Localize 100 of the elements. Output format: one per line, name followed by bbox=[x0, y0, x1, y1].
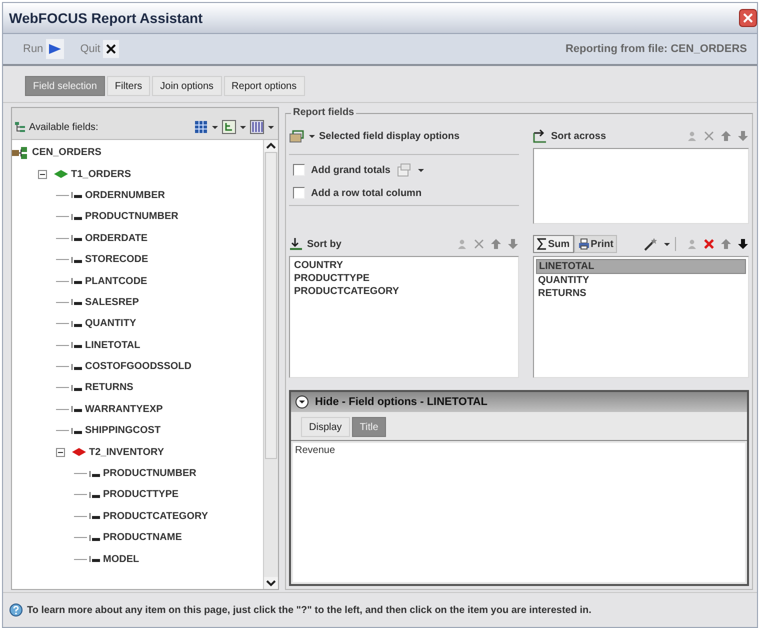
delete-icon bbox=[703, 130, 715, 142]
tree-view-icon[interactable] bbox=[222, 120, 236, 134]
tree-item[interactable]: RETURNS bbox=[85, 382, 134, 394]
delete-icon bbox=[703, 238, 715, 250]
list-item[interactable]: LINETOTAL bbox=[536, 259, 746, 274]
list-item[interactable]: COUNTRY bbox=[292, 259, 516, 272]
help-icon[interactable] bbox=[9, 603, 23, 617]
collapse-icon[interactable] bbox=[38, 170, 47, 179]
field-icon bbox=[71, 277, 83, 286]
close-icon bbox=[105, 43, 118, 55]
close-icon[interactable] bbox=[739, 9, 757, 27]
tree-item[interactable]: PLANTCODE bbox=[85, 276, 148, 287]
field-icon bbox=[71, 341, 83, 350]
checkbox[interactable] bbox=[293, 187, 305, 199]
scroll-down-icon[interactable] bbox=[264, 577, 278, 589]
tab[interactable]: Report options bbox=[224, 76, 305, 96]
field-icon bbox=[71, 320, 83, 328]
list-item[interactable]: PRODUCTCATEGORY bbox=[292, 285, 516, 298]
panel-title: Hide - Field options - LINETOTAL bbox=[315, 396, 488, 408]
caret-icon[interactable] bbox=[418, 168, 424, 172]
field-icon bbox=[71, 405, 83, 414]
tab[interactable]: Display bbox=[301, 417, 350, 437]
list-item[interactable]: RETURNS bbox=[536, 287, 746, 300]
tree-item[interactable]: CEN_ORDERS bbox=[32, 147, 102, 158]
field-icon bbox=[71, 362, 83, 371]
delete-icon bbox=[473, 238, 485, 250]
tab[interactable]: Join options bbox=[152, 76, 222, 96]
tree-item[interactable]: T2_INVENTORY bbox=[89, 446, 164, 458]
move-up-icon bbox=[720, 130, 732, 142]
caret-icon[interactable] bbox=[212, 125, 218, 129]
scroll-thumb[interactable] bbox=[265, 152, 277, 459]
checkbox-label[interactable]: Add a row total column bbox=[311, 188, 422, 198]
sort-by-list[interactable]: COUNTRY PRODUCTTYPE PRODUCTCATEGORY bbox=[289, 256, 519, 378]
sigma-icon bbox=[537, 238, 547, 250]
field-icon bbox=[71, 426, 83, 435]
field-icon bbox=[71, 256, 83, 264]
caret-icon[interactable] bbox=[664, 242, 670, 246]
caret-icon[interactable] bbox=[268, 125, 274, 129]
group-legend: Report fields bbox=[291, 107, 356, 118]
field-icon bbox=[89, 470, 101, 478]
tab[interactable]: Filters bbox=[106, 76, 150, 96]
checkbox[interactable] bbox=[293, 164, 305, 176]
field-icon bbox=[71, 191, 83, 200]
collapse-icon[interactable] bbox=[295, 395, 309, 409]
tree-item[interactable]: STORECODE bbox=[85, 254, 148, 266]
move-up-icon bbox=[720, 238, 732, 250]
columns-icon[interactable] bbox=[250, 120, 264, 134]
tree-item[interactable]: MODEL bbox=[103, 554, 140, 565]
field-icon bbox=[71, 384, 83, 392]
tree-item[interactable]: SALESREP bbox=[85, 296, 139, 308]
help-text: To learn more about any item on this page, just click the "?" to the left, and then click on the item you are interested in. bbox=[27, 604, 592, 616]
measure-list[interactable]: LINETOTAL QUANTITY RETURNS bbox=[533, 256, 749, 378]
window-title: WebFOCUS Report Assistant bbox=[9, 10, 203, 26]
tree-item[interactable]: QUANTITY bbox=[85, 318, 136, 330]
checkbox-label[interactable]: Add grand totals bbox=[311, 164, 390, 176]
properties-icon bbox=[456, 238, 468, 250]
list-item[interactable]: PRODUCTTYPE bbox=[292, 272, 516, 285]
tree-item[interactable]: LINETOTAL bbox=[85, 340, 140, 351]
tree-item[interactable]: COSTOFGOODSSOLD bbox=[85, 361, 192, 372]
field-icon bbox=[89, 490, 101, 499]
grid-icon[interactable] bbox=[194, 120, 208, 134]
tree-item[interactable]: ORDERDATE bbox=[85, 232, 148, 244]
sort-by-icon bbox=[289, 237, 303, 251]
field-icon bbox=[71, 212, 83, 221]
sort-across-label: Sort across bbox=[551, 130, 606, 142]
tree-item[interactable]: SHIPPINGCOST bbox=[85, 425, 161, 436]
caret-icon[interactable] bbox=[309, 134, 315, 138]
play-icon bbox=[48, 42, 62, 56]
sort-across-icon bbox=[533, 129, 547, 143]
tree-item[interactable]: ORDERNUMBER bbox=[85, 190, 165, 201]
display-options-label[interactable]: Selected field display options bbox=[319, 130, 460, 142]
tree-item[interactable]: T1_ORDERS bbox=[71, 168, 132, 180]
scrollbar[interactable] bbox=[263, 140, 278, 589]
field-icon bbox=[71, 234, 83, 242]
move-down-icon bbox=[737, 238, 749, 250]
caret-icon[interactable] bbox=[240, 125, 246, 129]
source-file-label: Reporting from file: CEN_ORDERS bbox=[565, 43, 747, 55]
print-button[interactable]: Print bbox=[574, 235, 618, 253]
collapse-icon[interactable] bbox=[56, 448, 65, 457]
tree-icon bbox=[14, 121, 26, 133]
tree-item[interactable]: PRODUCTTYPE bbox=[103, 489, 179, 500]
tree-item[interactable]: PRODUCTNUMBER bbox=[85, 211, 178, 222]
field-icon bbox=[89, 512, 101, 520]
wand-icon[interactable] bbox=[643, 237, 659, 251]
move-up-icon bbox=[490, 238, 502, 250]
title-field[interactable]: Revenue bbox=[293, 443, 745, 582]
tree-item[interactable]: PRODUCTNAME bbox=[103, 532, 182, 544]
sum-button[interactable]: Sum bbox=[533, 235, 574, 253]
database-icon bbox=[12, 146, 30, 159]
properties-icon bbox=[686, 238, 698, 250]
display-options-icon[interactable] bbox=[289, 129, 305, 143]
list-item[interactable]: QUANTITY bbox=[536, 274, 746, 287]
scroll-up-icon[interactable] bbox=[264, 140, 278, 152]
move-down-icon bbox=[507, 238, 519, 250]
properties-icon bbox=[686, 130, 698, 142]
field-icon bbox=[71, 298, 83, 306]
tree-item[interactable]: PRODUCTNUMBER bbox=[103, 468, 196, 480]
available-fields-label: Available fields: bbox=[29, 122, 98, 132]
tree-item[interactable]: PRODUCTCATEGORY bbox=[103, 510, 208, 522]
tree-item[interactable]: WARRANTYEXP bbox=[85, 404, 163, 415]
